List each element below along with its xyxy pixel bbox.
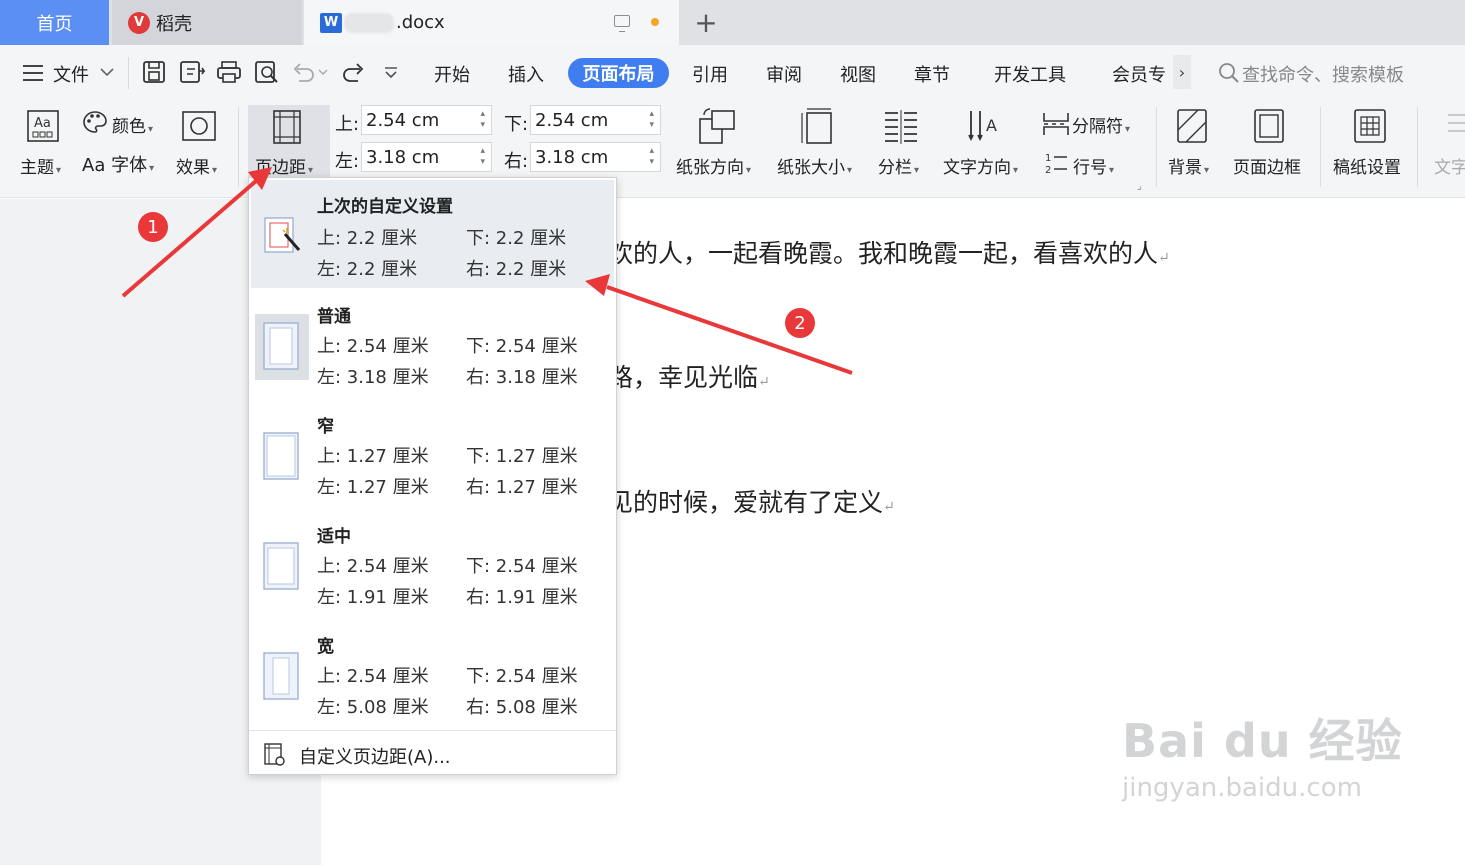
watermark-url: jingyan.baidu.com — [1122, 773, 1362, 803]
step-badge-2: 2 — [785, 308, 815, 338]
step-badge-1: 1 — [138, 212, 168, 242]
baidu-watermark: Bai du 经验 jingyan.baidu.com — [1122, 705, 1403, 803]
watermark-brand: Bai du 经验 — [1122, 714, 1403, 768]
